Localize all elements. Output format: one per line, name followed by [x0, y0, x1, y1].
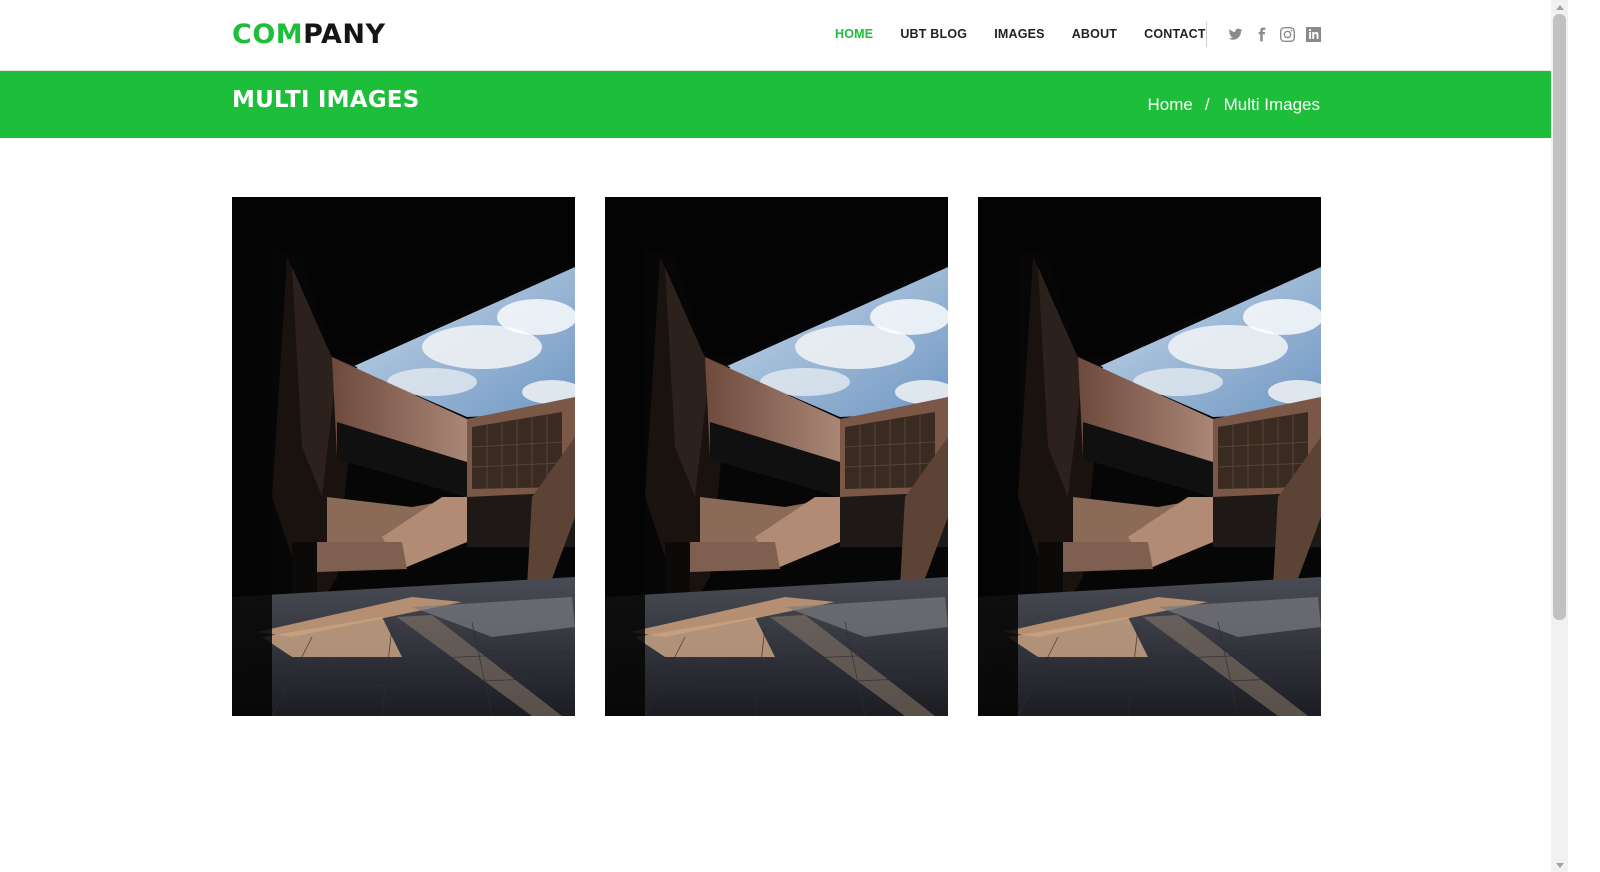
- gallery-image[interactable]: [232, 197, 575, 716]
- nav-divider: [1206, 22, 1207, 47]
- scrollbar-thumb[interactable]: [1553, 14, 1566, 620]
- scroll-up-arrow[interactable]: [1551, 0, 1568, 14]
- vertical-scrollbar[interactable]: [1551, 0, 1568, 872]
- logo-rest-text: PANY: [303, 19, 386, 50]
- company-logo[interactable]: COMPANY: [232, 18, 386, 52]
- nav-item-home[interactable]: HOME: [835, 27, 873, 41]
- nav-item-contact[interactable]: CONTACT: [1144, 27, 1206, 41]
- social-links: [1227, 26, 1321, 42]
- page: COMPANY HOME UBT BLOG IMAGES ABOUT CONTA…: [0, 0, 1551, 872]
- gallery-image[interactable]: [605, 197, 948, 716]
- facebook-icon[interactable]: [1253, 26, 1269, 42]
- site-header: COMPANY HOME UBT BLOG IMAGES ABOUT CONTA…: [0, 0, 1551, 71]
- gallery-image[interactable]: [978, 197, 1321, 716]
- breadcrumb-current: Multi Images: [1223, 95, 1320, 114]
- nav-item-images[interactable]: IMAGES: [994, 27, 1045, 41]
- instagram-icon[interactable]: [1279, 26, 1295, 42]
- linkedin-icon[interactable]: [1305, 26, 1321, 42]
- nav-item-ubt-blog[interactable]: UBT BLOG: [900, 27, 967, 41]
- breadcrumb-separator: /: [1204, 95, 1210, 114]
- twitter-icon[interactable]: [1227, 26, 1243, 42]
- image-gallery: [232, 197, 1321, 716]
- main-nav: HOME UBT BLOG IMAGES ABOUT CONTACT: [835, 26, 1206, 42]
- scroll-down-arrow[interactable]: [1551, 858, 1568, 872]
- breadcrumb-home-link[interactable]: Home: [1148, 95, 1193, 115]
- nav-item-about[interactable]: ABOUT: [1072, 27, 1117, 41]
- breadcrumb: Home / Multi Images: [1148, 95, 1320, 115]
- page-banner: MULTI IMAGES Home / Multi Images: [0, 71, 1551, 138]
- page-title: MULTI IMAGES: [232, 87, 420, 113]
- logo-accent-text: COM: [232, 19, 304, 50]
